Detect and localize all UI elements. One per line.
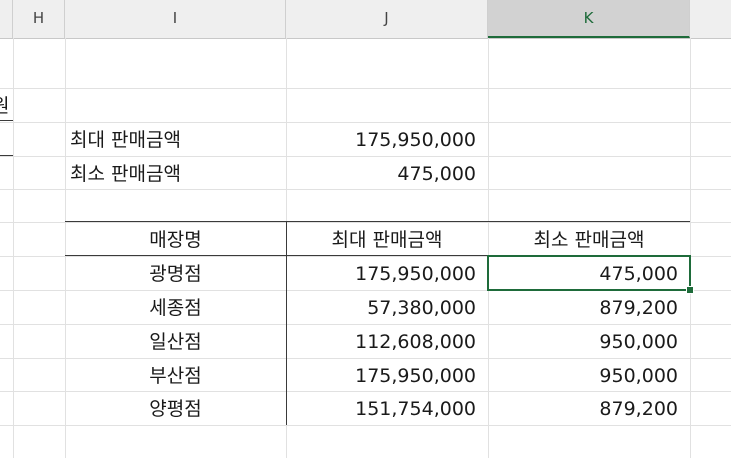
table-header-min[interactable]: 최소 판매금액 [488, 223, 690, 256]
table-cell-min[interactable]: 950,000 [488, 325, 690, 358]
column-header-g-partial[interactable] [0, 0, 13, 38]
table-cell-max[interactable]: 57,380,000 [286, 291, 488, 324]
table-cell-max[interactable]: 175,950,000 [286, 359, 488, 392]
max-sales-value[interactable]: 175,950,000 [286, 123, 488, 156]
table-cell-min[interactable]: 879,200 [488, 291, 690, 324]
table-header-max[interactable]: 최대 판매금액 [286, 223, 488, 256]
grid-line [0, 425, 731, 426]
left-edge-cell-text: 원 [0, 95, 10, 117]
table-cell-max[interactable]: 151,754,000 [286, 392, 488, 425]
table-top-border [65, 221, 690, 222]
min-sales-label[interactable]: 최소 판매금액 [65, 157, 286, 190]
cell-border [0, 120, 13, 121]
grid-line [13, 38, 14, 458]
max-sales-label[interactable]: 최대 판매금액 [65, 123, 286, 156]
column-header-l-partial[interactable] [690, 0, 731, 38]
table-cell-min[interactable]: 879,200 [488, 392, 690, 425]
table-cell-store[interactable]: 양평점 [65, 392, 286, 425]
cell-border [0, 155, 13, 156]
column-header-j[interactable]: J [286, 0, 488, 38]
grid-line [0, 88, 731, 89]
table-cell-max[interactable]: 112,608,000 [286, 325, 488, 358]
table-cell-min[interactable]: 950,000 [488, 359, 690, 392]
column-header-i[interactable]: I [65, 0, 286, 38]
table-cell-store[interactable]: 일산점 [65, 325, 286, 358]
column-header-k[interactable]: K [488, 0, 690, 38]
fill-handle[interactable] [686, 286, 694, 294]
min-sales-value[interactable]: 475,000 [286, 157, 488, 190]
active-cell-selection[interactable] [487, 255, 691, 291]
grid-line [690, 38, 691, 458]
column-header-h[interactable]: H [13, 0, 65, 38]
table-cell-store[interactable]: 광명점 [65, 257, 286, 290]
table-cell-max[interactable]: 175,950,000 [286, 257, 488, 290]
table-cell-store[interactable]: 부산점 [65, 359, 286, 392]
spreadsheet-grid[interactable]: H I J K 원 최대 판매금액 175,950,000 최소 판매금액 47… [0, 0, 731, 458]
table-header-store[interactable]: 매장명 [65, 223, 286, 256]
table-cell-store[interactable]: 세종점 [65, 291, 286, 324]
